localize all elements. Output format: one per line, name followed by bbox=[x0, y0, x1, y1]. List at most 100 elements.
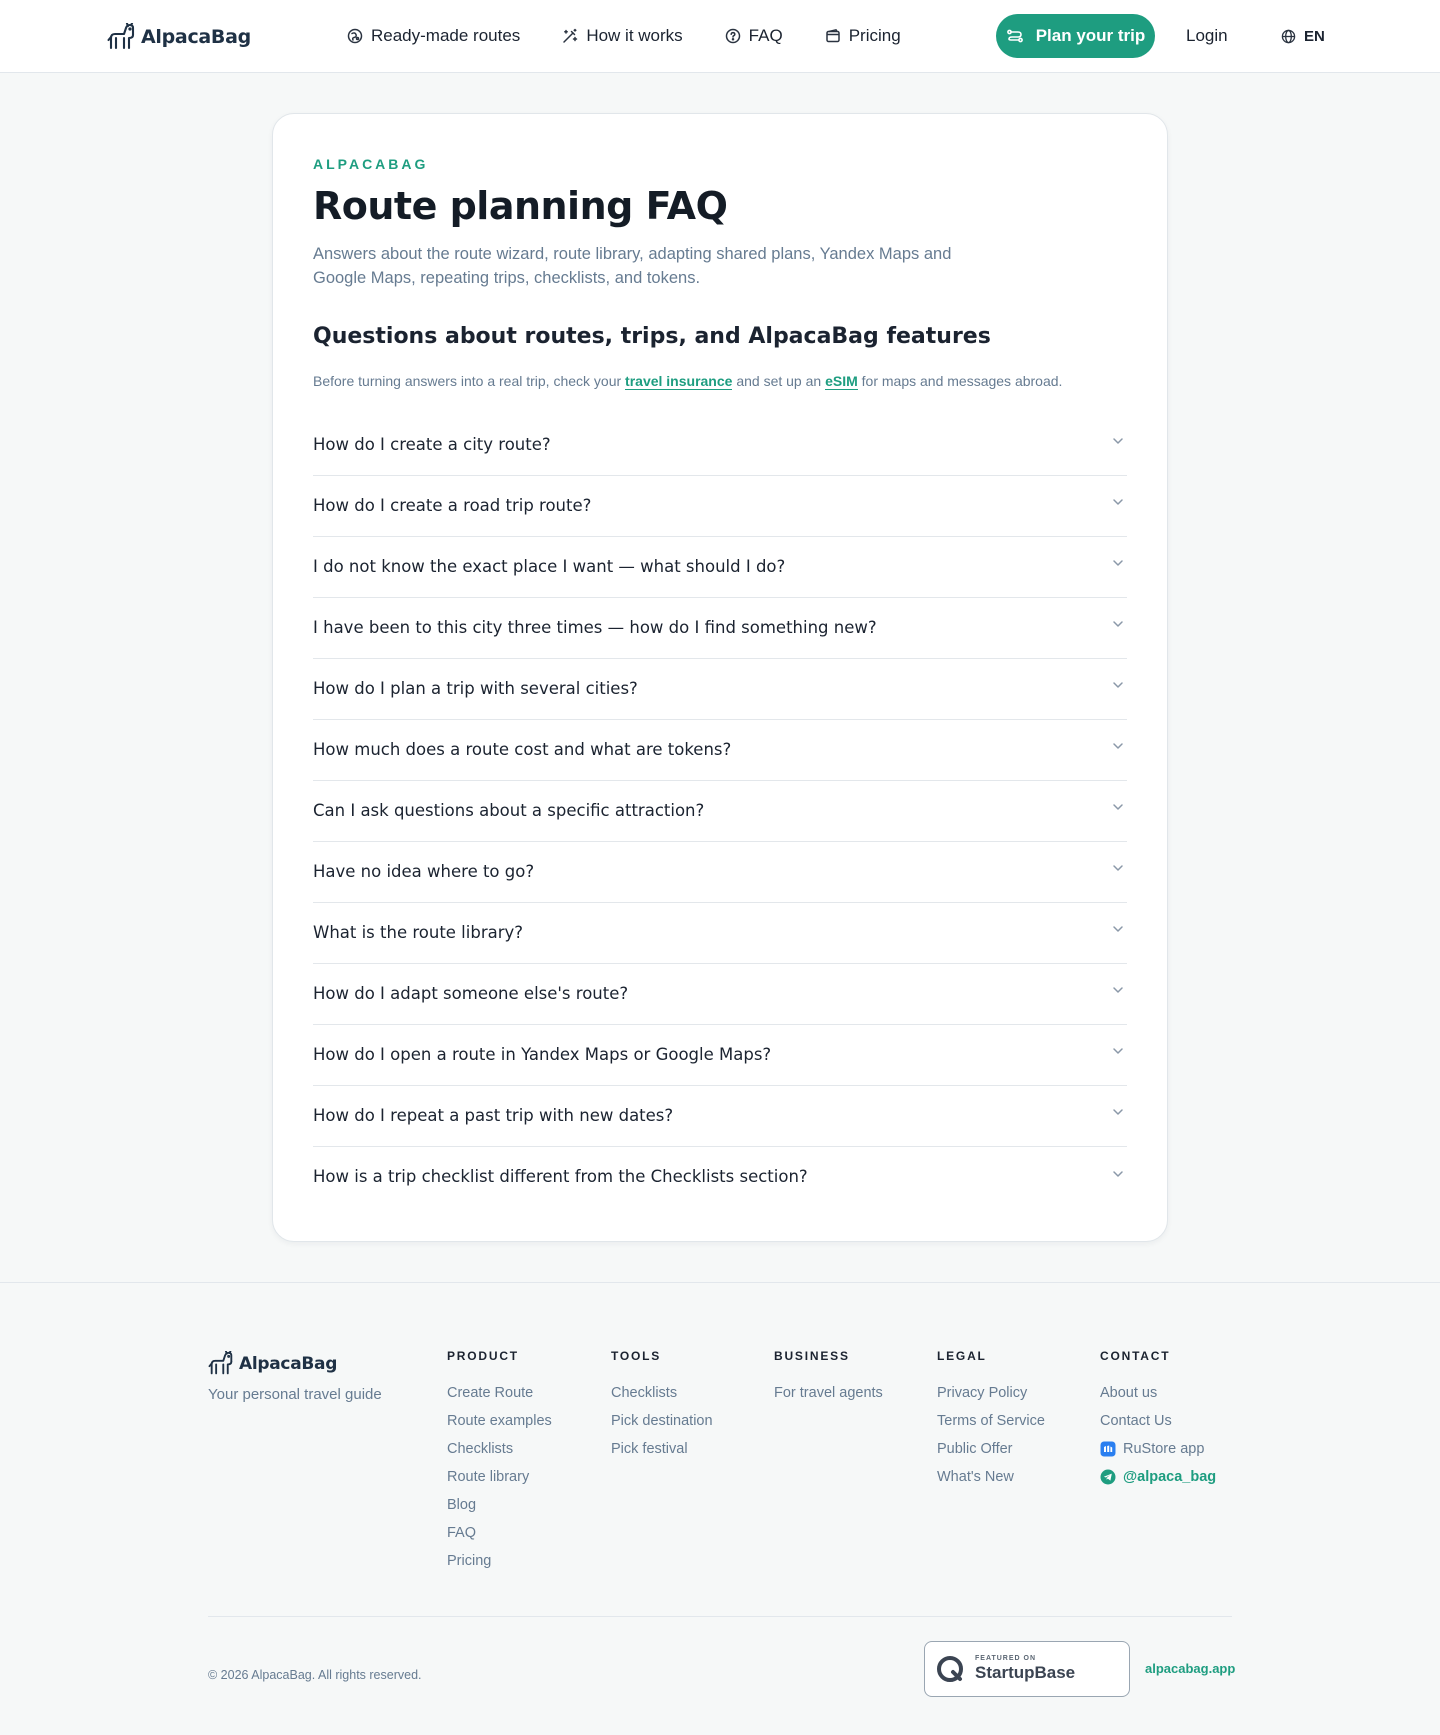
login-link[interactable]: Login bbox=[1186, 22, 1228, 50]
footer-link-label: Checklists bbox=[611, 1385, 678, 1401]
faq-question: I have been to this city three times — h… bbox=[313, 617, 877, 637]
footer-link[interactable]: Blog bbox=[447, 1491, 552, 1519]
faq-item[interactable]: How much does a route cost and what are … bbox=[313, 720, 1127, 781]
note-text: Before turning answers into a real trip,… bbox=[313, 373, 626, 389]
faq-question: Can I ask questions about a specific att… bbox=[313, 800, 705, 820]
footer-link-label: Privacy Policy bbox=[937, 1385, 1028, 1401]
footer-link[interactable]: For travel agents bbox=[774, 1379, 883, 1407]
footer-link-label: Blog bbox=[447, 1497, 477, 1513]
alpaca-icon bbox=[107, 23, 135, 50]
globe-icon bbox=[1281, 29, 1296, 43]
nav-label: FAQ bbox=[748, 26, 783, 45]
footer-link-label: RuStore app bbox=[1123, 1441, 1205, 1457]
nav-how-it-works[interactable]: How it works bbox=[562, 26, 683, 46]
badge-big-text: StartupBase bbox=[975, 1663, 1076, 1682]
travel-insurance-link[interactable]: travel insurance bbox=[625, 373, 733, 390]
site-footer: AlpacaBag Your personal travel guide PRO… bbox=[0, 1282, 1440, 1735]
faq-item[interactable]: How do I create a road trip route? bbox=[313, 476, 1127, 537]
footer-link[interactable]: Public Offer bbox=[937, 1435, 1045, 1463]
footer-column-tools: TOOLS Checklists Pick destination Pick fest… bbox=[611, 1349, 713, 1463]
footer-link-label: @alpaca_bag bbox=[1123, 1469, 1217, 1485]
badge-small-text: FEATURED ON bbox=[975, 1655, 1037, 1662]
footer-link[interactable]: Route examples bbox=[447, 1407, 552, 1435]
faq-item[interactable]: Can I ask questions about a specific att… bbox=[313, 781, 1127, 842]
footer-link[interactable]: Pick destination bbox=[611, 1407, 713, 1435]
faq-item[interactable]: How do I open a route in Yandex Maps or … bbox=[313, 1025, 1127, 1086]
site-link[interactable]: alpacabag.app bbox=[1145, 1661, 1235, 1676]
chevron-down-icon bbox=[1113, 1170, 1123, 1177]
language-label: EN bbox=[1304, 27, 1325, 45]
faq-card: ALPACABAG Route planning FAQ Answers abo… bbox=[272, 113, 1168, 1242]
logo-link[interactable]: AlpacaBag bbox=[107, 22, 251, 52]
footer-column-business: BUSINESS For travel agents bbox=[774, 1349, 883, 1407]
footer-link[interactable]: Create Route bbox=[447, 1379, 552, 1407]
faq-item[interactable]: What is the route library? bbox=[313, 903, 1127, 964]
footer-link[interactable]: Contact Us bbox=[1100, 1407, 1216, 1435]
footer-column-legal: LEGAL Privacy Policy Terms of Service Publi… bbox=[937, 1349, 1045, 1491]
alpaca-icon bbox=[208, 1351, 233, 1375]
faq-item[interactable]: I have been to this city three times — h… bbox=[313, 598, 1127, 659]
page-lead: Answers about the route wizard, route li… bbox=[313, 245, 952, 287]
footer-link-label: Pick destination bbox=[611, 1413, 713, 1429]
footer-link-label: What's New bbox=[937, 1469, 1014, 1485]
footer-link[interactable]: Privacy Policy bbox=[937, 1379, 1045, 1407]
footer-link[interactable]: Pick festival bbox=[611, 1435, 713, 1463]
nav-label: Ready-made routes bbox=[371, 26, 521, 45]
nav-pricing[interactable]: Pricing bbox=[825, 26, 901, 46]
footer-link-label: Route examples bbox=[447, 1413, 552, 1429]
footer-link-label: Route library bbox=[447, 1469, 530, 1485]
footer-link[interactable]: RuStore app bbox=[1100, 1435, 1216, 1463]
footer-column-title: TOOLS bbox=[611, 1349, 662, 1363]
faq-question: How do I plan a trip with several cities… bbox=[313, 678, 638, 698]
footer-logo[interactable]: AlpacaBag bbox=[208, 1351, 382, 1376]
note-text: and set up an bbox=[732, 373, 826, 389]
nav-ready-made-routes[interactable]: Ready-made routes bbox=[347, 26, 520, 46]
footer-link[interactable]: What's New bbox=[937, 1463, 1045, 1491]
footer-link-label: Terms of Service bbox=[937, 1413, 1045, 1429]
faq-item[interactable]: I do not know the exact place I want — w… bbox=[313, 537, 1127, 598]
site-header: AlpacaBag Ready-made routes How it works… bbox=[0, 0, 1440, 73]
footer-column-title: PRODUCT bbox=[447, 1349, 519, 1363]
chevron-down-icon bbox=[1113, 743, 1123, 749]
faq-item[interactable]: How do I adapt someone else's route? bbox=[313, 964, 1127, 1025]
faq-item[interactable]: How do I plan a trip with several cities… bbox=[313, 659, 1127, 720]
footer-link[interactable]: Route library bbox=[447, 1463, 552, 1491]
language-switcher[interactable]: EN bbox=[1281, 22, 1325, 50]
chevron-down-icon bbox=[1113, 1048, 1123, 1054]
esim-link[interactable]: eSIM bbox=[825, 373, 858, 390]
faq-list: How do I create a city route? How do I cr… bbox=[313, 415, 1127, 1208]
faq-item[interactable]: How do I repeat a past trip with new dat… bbox=[313, 1086, 1127, 1147]
faq-item[interactable]: How is a trip checklist different from t… bbox=[313, 1147, 1127, 1208]
section-title: Questions about routes, trips, and Alpac… bbox=[313, 324, 991, 349]
footer-link[interactable]: Checklists bbox=[447, 1435, 552, 1463]
chevron-down-icon bbox=[1113, 926, 1123, 932]
wallet-icon bbox=[825, 29, 840, 43]
route-path-icon bbox=[1006, 29, 1023, 43]
plan-your-trip-button[interactable]: Plan your trip bbox=[996, 14, 1155, 58]
footer-tagline: Your personal travel guide bbox=[208, 1386, 382, 1403]
footer-link[interactable]: Terms of Service bbox=[937, 1407, 1045, 1435]
footer-link-label: Contact Us bbox=[1100, 1413, 1172, 1429]
footer-link[interactable]: @alpaca_bag bbox=[1100, 1463, 1216, 1491]
chevron-down-icon bbox=[1113, 560, 1123, 566]
chevron-down-icon bbox=[1113, 865, 1123, 871]
chevron-down-icon bbox=[1113, 621, 1123, 627]
footer-column-contact: CONTACT About us Contact Us RuStore app @alp… bbox=[1100, 1349, 1216, 1491]
footer-divider bbox=[208, 1616, 1232, 1617]
nav-label: How it works bbox=[586, 26, 683, 45]
chevron-down-icon bbox=[1113, 682, 1123, 688]
chevron-down-icon bbox=[1113, 1109, 1123, 1115]
faq-item[interactable]: Have no idea where to go? bbox=[313, 842, 1127, 903]
footer-link[interactable]: Pricing bbox=[447, 1547, 552, 1575]
footer-link[interactable]: FAQ bbox=[447, 1519, 552, 1547]
footer-link-label: Pricing bbox=[447, 1553, 492, 1569]
startupbase-badge[interactable]: FEATURED ON StartupBase bbox=[924, 1641, 1130, 1697]
faq-question: How is a trip checklist different from t… bbox=[313, 1167, 808, 1186]
nav-faq[interactable]: FAQ bbox=[725, 26, 783, 46]
faq-item[interactable]: How do I create a city route? bbox=[313, 415, 1127, 476]
footer-link[interactable]: Checklists bbox=[611, 1379, 713, 1407]
faq-question: How do I repeat a past trip with new dat… bbox=[313, 1105, 674, 1125]
footer-link[interactable]: About us bbox=[1100, 1379, 1216, 1407]
faq-question: How much does a route cost and what are … bbox=[313, 739, 732, 759]
footer-column-title: LEGAL bbox=[937, 1349, 987, 1363]
